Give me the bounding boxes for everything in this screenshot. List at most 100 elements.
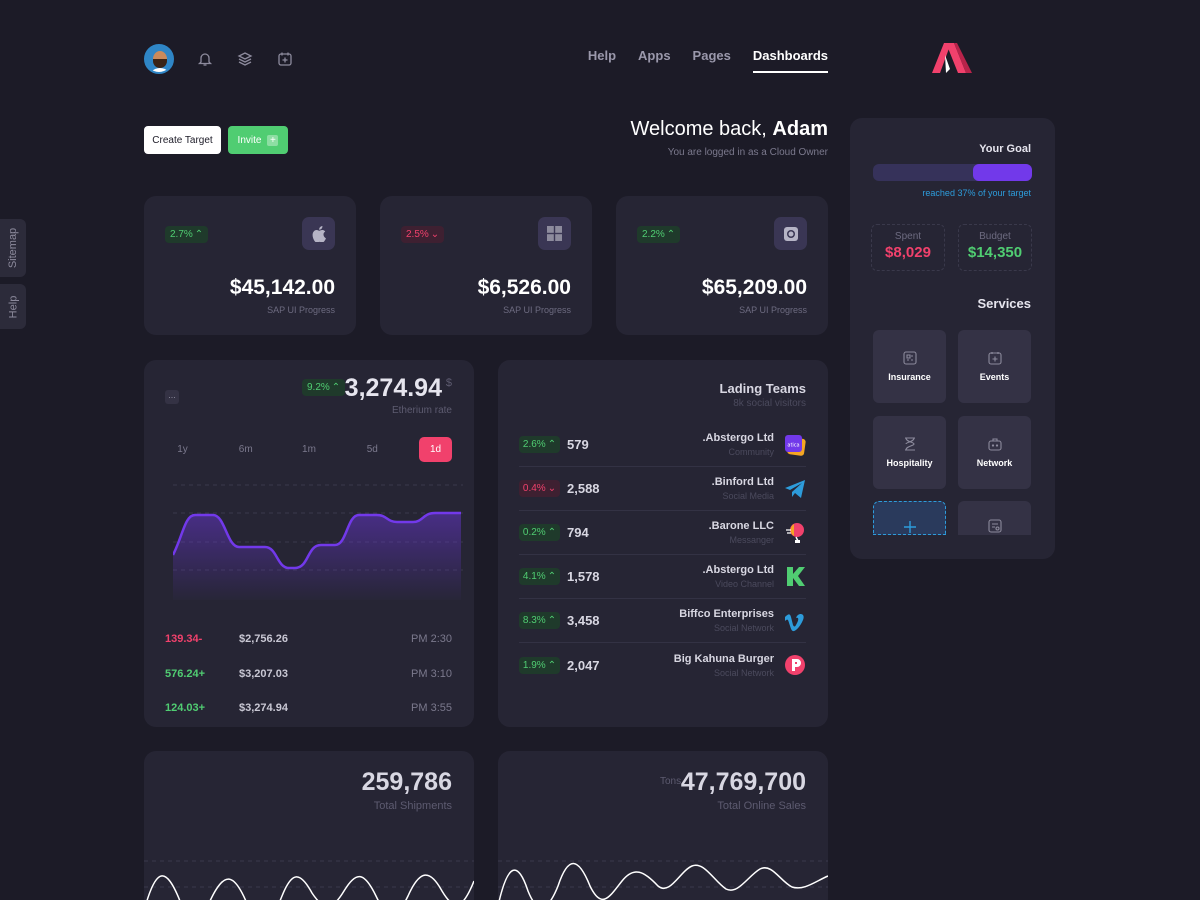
welcome-subtitle: You are logged in as a Cloud Owner <box>667 147 828 158</box>
goal-progress-bar <box>873 164 1032 181</box>
team-name: Biffco Enterprises <box>679 608 774 620</box>
tx-time: PM 2:30 <box>411 633 452 646</box>
team-row[interactable]: 2.6% ⌃ 579 .Abstergo Ltd Community atica <box>519 423 806 467</box>
welcome-title: Welcome back, Adam <box>630 118 829 140</box>
change-badge: 1.9% ⌃ <box>519 656 560 674</box>
transaction-row: 576.24+ $3,207.03 PM 3:10 <box>165 657 452 692</box>
range-1d[interactable]: 1d <box>419 437 452 462</box>
main-nav: Help Apps Pages Dashboards <box>588 48 828 73</box>
team-category: Video Channel <box>715 579 774 589</box>
services-title: Services <box>977 296 1032 311</box>
team-category: Social Network <box>713 667 774 678</box>
invite-button[interactable]: Invite + <box>228 126 288 154</box>
change-badge: 2.5% ⌄ <box>401 226 445 243</box>
stat-label: SAP UI Progress <box>503 305 571 315</box>
change-badge: 9.2% ⌃ <box>302 379 346 396</box>
telegram-icon <box>784 478 806 500</box>
etherium-value: 3,274.94 <box>344 374 442 402</box>
abstergo-icon: atica <box>784 434 806 456</box>
lading-teams-card: Lading Teams 8k social visitors 2.6% ⌃ 57… <box>498 360 828 727</box>
nav-apps[interactable]: Apps <box>638 48 671 73</box>
team-row[interactable]: 4.1% ⌃ 1,578 .Abstergo Ltd Video Channel <box>519 555 806 599</box>
layers-icon[interactable] <box>236 50 254 68</box>
side-tab-sitemap[interactable]: Sitemap <box>0 219 26 277</box>
team-category: Community <box>728 447 774 457</box>
tx-price: $3,274.94 <box>239 702 288 715</box>
tx-price: $2,756.26 <box>239 633 288 646</box>
team-row[interactable]: 0.2% ⌃ 794 .Barone LLC Messanger <box>519 511 806 555</box>
tx-delta: 124.03+ <box>165 702 206 715</box>
invite-label: Invite <box>237 134 262 146</box>
service-more[interactable] <box>958 501 1031 535</box>
tx-price: $3,207.03 <box>239 667 288 680</box>
stat-label: SAP UI Progress <box>267 305 335 315</box>
brand-logo[interactable] <box>932 42 972 79</box>
etherium-label: Etherium rate <box>391 405 452 416</box>
transactions-list: 139.34- $2,756.26 PM 2:30 576.24+ $3,207… <box>165 622 452 726</box>
team-value: 2,047 <box>567 657 600 673</box>
budget-box: Budget $14,350 <box>958 224 1032 271</box>
shipments-card: 259,786 Total Shipments <box>144 751 474 900</box>
team-value: 3,458 <box>567 613 600 628</box>
apple-icon <box>302 217 335 250</box>
sales-wave-chart <box>498 860 828 900</box>
transaction-row: 124.03+ $3,274.94 PM 3:55 <box>165 691 452 726</box>
nav-help[interactable]: Help <box>588 48 616 73</box>
nav-pages[interactable]: Pages <box>693 48 731 73</box>
team-category: Messanger <box>729 535 774 545</box>
network-icon <box>987 438 1002 451</box>
team-value: 2,588 <box>567 481 600 496</box>
range-1m[interactable]: 1m <box>293 437 326 462</box>
create-target-button[interactable]: Create Target <box>144 126 221 154</box>
range-5d[interactable]: 5d <box>356 437 389 462</box>
bell-icon[interactable] <box>196 50 214 68</box>
nav-dashboards[interactable]: Dashboards <box>752 48 828 73</box>
spent-label: Spent <box>894 231 922 242</box>
team-row[interactable]: 0.4% ⌄ 2,588 .Binford Ltd Social Media <box>519 467 806 511</box>
avatar[interactable] <box>144 44 174 74</box>
team-value: 794 <box>567 525 589 540</box>
shipments-wave-chart <box>144 860 474 900</box>
kickstarter-icon <box>784 566 806 588</box>
tx-delta: 576.24+ <box>165 667 206 680</box>
sales-label: Total Online Sales <box>717 800 806 812</box>
side-tab-help[interactable]: Help <box>0 284 26 329</box>
sales-unit: Tons <box>660 776 682 787</box>
teams-subtitle: 8k social visitors <box>733 398 806 409</box>
team-name: .Abstergo Ltd <box>702 564 775 576</box>
shipments-label: Total Shipments <box>373 800 452 812</box>
welcome-block: Welcome back, Adam You are logged in as … <box>631 118 829 158</box>
currency-symbol: $ <box>445 377 452 389</box>
range-1y[interactable]: 1y <box>166 437 199 462</box>
spent-box: Spent $8,029 <box>871 224 945 271</box>
goal-progress-fill <box>973 164 1032 181</box>
add-service-button[interactable] <box>873 501 946 535</box>
events-icon <box>987 352 1002 365</box>
team-value: 1,578 <box>567 569 600 584</box>
more-options-button[interactable]: ... <box>165 390 179 404</box>
change-badge: 4.1% ⌃ <box>519 568 560 585</box>
budget-label: Budget <box>979 231 1011 242</box>
calendar-add-icon[interactable] <box>276 50 294 68</box>
spent-value: $8,029 <box>885 244 931 261</box>
team-name: Big Kahuna Burger <box>673 652 774 665</box>
change-badge: 2.2% ⌃ <box>637 226 681 243</box>
stat-amount: $6,526.00 <box>477 276 571 299</box>
team-category: Social Network <box>713 623 774 633</box>
vimeo-icon <box>784 610 806 632</box>
stat-label: SAP UI Progress <box>739 305 807 315</box>
plus-icon <box>903 521 916 533</box>
sales-value: 47,769,700 <box>680 768 806 796</box>
team-row[interactable]: 1.9% ⌃ 2,047 Big Kahuna Burger Social Netw… <box>519 643 806 687</box>
service-network[interactable]: Network <box>958 416 1031 489</box>
stat-amount: $45,142.00 <box>229 276 335 299</box>
online-sales-card: Tons 47,769,700 Total Online Sales <box>498 751 828 900</box>
service-hospitality[interactable]: Hospitality <box>873 416 946 489</box>
change-badge: 8.3% ⌃ <box>519 612 560 629</box>
svg-text:atica: atica <box>787 442 799 448</box>
service-insurance[interactable]: Insurance <box>873 330 946 403</box>
stat-card-windows: 2.5% ⌄ $6,526.00 SAP UI Progress <box>380 196 592 335</box>
team-row[interactable]: 8.3% ⌃ 3,458 Biffco Enterprises Social Net… <box>519 599 806 643</box>
range-6m[interactable]: 6m <box>229 437 262 462</box>
service-events[interactable]: Events <box>958 330 1031 403</box>
